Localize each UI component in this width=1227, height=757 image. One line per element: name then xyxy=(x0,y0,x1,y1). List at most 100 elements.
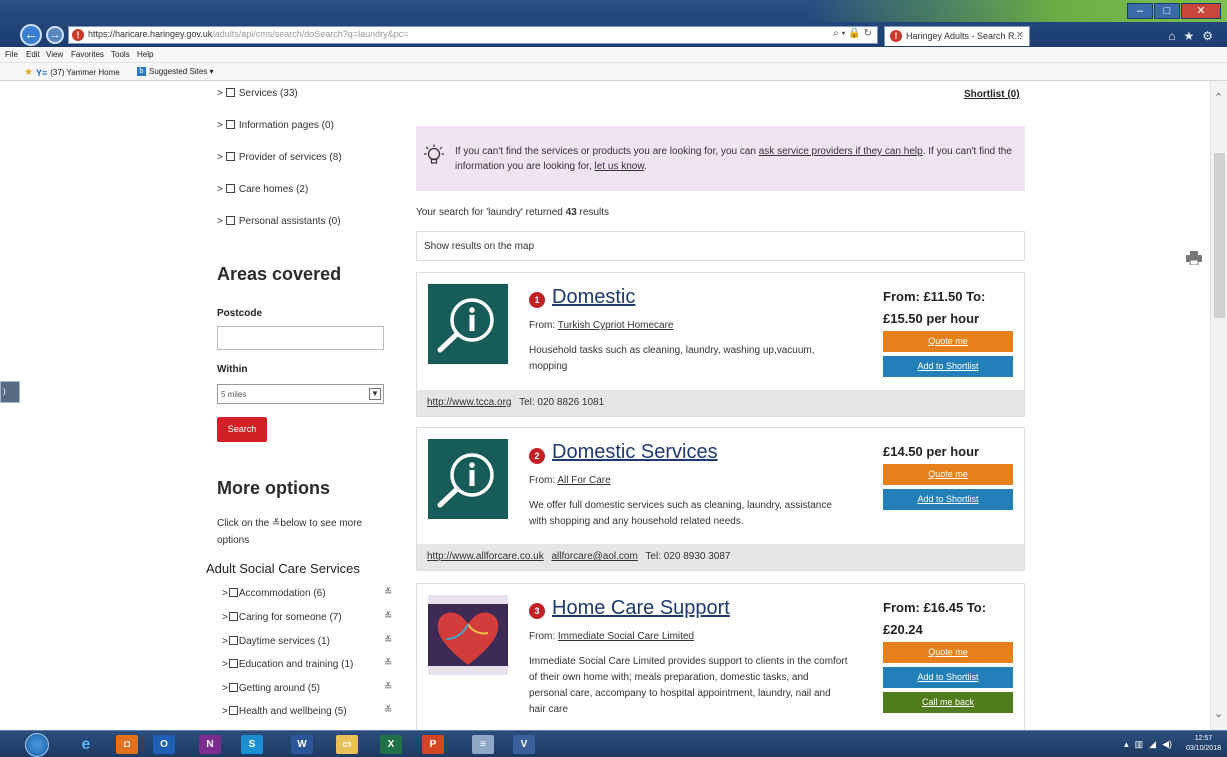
scroll-down-icon[interactable]: ⌄ xyxy=(1214,707,1223,720)
category-health-and-wellbeing[interactable]: > Health and wellbeing (5) xyxy=(222,706,347,717)
filter-information-pages[interactable]: > Information pages (0) xyxy=(217,120,334,131)
quote-me-button[interactable]: Quote me xyxy=(883,331,1013,352)
menu-help[interactable]: Help xyxy=(137,50,153,59)
show-on-map-link[interactable]: Show results on the map xyxy=(416,231,1025,261)
filter-services[interactable]: > Services (33) xyxy=(217,88,298,99)
expand-chevron-icon[interactable]: ≚ xyxy=(384,587,392,598)
checkbox[interactable] xyxy=(225,120,235,129)
provider-link[interactable]: Immediate Social Care Limited xyxy=(558,631,694,642)
expand-chevron-icon[interactable]: ≚ xyxy=(384,658,392,669)
filter-care-homes[interactable]: > Care homes (2) xyxy=(217,184,308,195)
back-button[interactable]: ← xyxy=(20,24,42,46)
result-description: Household tasks such as cleaning, laundr… xyxy=(529,345,815,372)
checkbox[interactable] xyxy=(228,612,238,621)
category-daytime-services[interactable]: > Daytime services (1) xyxy=(222,636,330,647)
notepad-icon[interactable]: ≡ xyxy=(472,735,494,754)
tab-close-icon[interactable]: ✕ xyxy=(1016,30,1024,41)
printer-icon[interactable] xyxy=(1186,251,1202,265)
provider-link[interactable]: Turkish Cypriot Homecare xyxy=(558,320,674,331)
provider-link[interactable]: All For Care xyxy=(557,475,610,486)
expand-chevron-icon[interactable]: ≚ xyxy=(384,682,392,693)
checkbox[interactable] xyxy=(228,683,238,692)
website-link[interactable]: http://www.allforcare.co.uk xyxy=(427,551,544,562)
quote-me-button[interactable]: Quote me xyxy=(883,464,1013,485)
yammer-icon: Y≡ xyxy=(35,67,48,78)
scroll-thumb[interactable] xyxy=(1214,153,1225,318)
word-icon[interactable]: W xyxy=(291,735,313,754)
category-getting-around[interactable]: > Getting around (5) xyxy=(222,683,320,694)
internet-explorer-icon[interactable]: e xyxy=(75,735,97,754)
let-us-know-link[interactable]: let us know xyxy=(595,161,644,172)
search-button[interactable]: Search xyxy=(217,417,267,442)
checkbox[interactable] xyxy=(228,706,238,715)
expand-chevron-icon[interactable]: ≚ xyxy=(384,611,392,622)
excel-icon[interactable]: X xyxy=(380,735,402,754)
website-link[interactable]: http://www.tcca.org xyxy=(427,397,511,408)
result-title-link[interactable]: Domestic Services xyxy=(552,441,718,464)
browser-tab[interactable]: ! Haringey Adults - Search R... ✕ xyxy=(884,26,1030,46)
lightbulb-icon xyxy=(424,144,444,164)
favorites-star-icon[interactable]: ★ xyxy=(1183,29,1194,43)
address-bar[interactable]: ! https://haricare.haringey.gov.uk/adult… xyxy=(68,26,878,44)
signal-icon[interactable]: ◢ xyxy=(1149,739,1156,750)
tab-favicon-icon: ! xyxy=(890,30,902,42)
within-select[interactable]: 5 miles ▼ xyxy=(217,384,384,404)
filter-provider-of-services[interactable]: > Provider of services (8) xyxy=(217,152,342,163)
address-controls[interactable]: ⌕ ▾ 🔒 ↻ xyxy=(833,28,872,39)
checkbox[interactable] xyxy=(225,184,235,193)
shortlist-link[interactable]: Shortlist (0) xyxy=(964,89,1020,100)
powerpoint-icon[interactable]: P xyxy=(422,735,444,754)
checkbox[interactable] xyxy=(228,636,238,645)
network-icon[interactable]: ▥ xyxy=(1135,739,1144,750)
add-to-shortlist-button[interactable]: Add to Shortlist xyxy=(883,667,1013,688)
home-icon[interactable]: ⌂ xyxy=(1168,29,1175,43)
scroll-up-icon[interactable]: ⌃ xyxy=(1214,91,1223,104)
tray-arrow-icon[interactable]: ▴ xyxy=(1124,739,1129,750)
category-accommodation[interactable]: > Accommodation (6) xyxy=(222,588,326,599)
forward-button[interactable]: → xyxy=(46,26,64,44)
checkbox[interactable] xyxy=(228,588,238,597)
result-title-link[interactable]: Domestic xyxy=(552,286,635,309)
checkbox[interactable] xyxy=(225,88,235,97)
screen: – □ ✕ ← → ! https://haricare.haringey.go… xyxy=(0,0,1227,757)
menu-favorites[interactable]: Favorites xyxy=(71,50,104,59)
add-to-shortlist-button[interactable]: Add to Shortlist xyxy=(883,356,1013,377)
page-scrollbar[interactable]: ⌃ ⌄ xyxy=(1210,81,1227,730)
file-explorer-icon[interactable]: ▭ xyxy=(336,735,358,754)
volume-icon[interactable]: ◀) xyxy=(1162,739,1172,750)
email-link[interactable]: allforcare@aol.com xyxy=(552,551,638,562)
category-caring-for-someone[interactable]: > Caring for someone (7) xyxy=(222,612,342,623)
category-education-and-training[interactable]: > Education and training (1) xyxy=(222,659,353,670)
skype-icon[interactable]: S xyxy=(241,735,263,754)
start-button-icon[interactable] xyxy=(25,733,49,757)
filter-personal-assistants[interactable]: > Personal assistants (0) xyxy=(217,216,341,227)
ask-providers-link[interactable]: ask service providers if they can help xyxy=(759,146,923,157)
orange-app-icon[interactable]: ◘ xyxy=(116,735,138,754)
quote-me-button[interactable]: Quote me xyxy=(883,642,1013,663)
menu-file[interactable]: File xyxy=(5,50,18,59)
close-icon[interactable]: ✕ xyxy=(1181,3,1221,19)
url-text: https://haricare.haringey.gov.uk/adults/… xyxy=(88,29,409,39)
add-to-shortlist-button[interactable]: Add to Shortlist xyxy=(883,489,1013,510)
menu-tools[interactable]: Tools xyxy=(111,50,130,59)
menu-view[interactable]: View xyxy=(46,50,63,59)
result-title-link[interactable]: Home Care Support xyxy=(552,597,730,620)
checkbox[interactable] xyxy=(228,659,238,668)
result-price: From: £16.45 To: £20.24 xyxy=(883,600,987,637)
postcode-input[interactable] xyxy=(217,326,384,350)
favorites-suggested-sites[interactable]: b Suggested Sites ▾ xyxy=(137,67,214,76)
checkbox[interactable] xyxy=(225,216,235,225)
outlook-icon[interactable]: O xyxy=(153,735,175,754)
onenote-icon[interactable]: N xyxy=(199,735,221,754)
expand-chevron-icon[interactable]: ≚ xyxy=(384,705,392,716)
settings-gear-icon[interactable]: ⚙ xyxy=(1202,29,1213,43)
menu-edit[interactable]: Edit xyxy=(26,50,40,59)
expand-chevron-icon[interactable]: ≚ xyxy=(384,635,392,646)
maximize-icon[interactable]: □ xyxy=(1154,3,1180,19)
checkbox[interactable] xyxy=(225,152,235,161)
call-me-back-button[interactable]: Call me back xyxy=(883,692,1013,713)
favorites-yammer[interactable]: ★ Y≡ (37) Yammer Home xyxy=(24,67,120,78)
visio-icon[interactable]: V xyxy=(513,735,535,754)
system-clock[interactable]: 12:57 03/10/2018 xyxy=(1186,734,1221,754)
minimize-icon[interactable]: – xyxy=(1127,3,1153,19)
